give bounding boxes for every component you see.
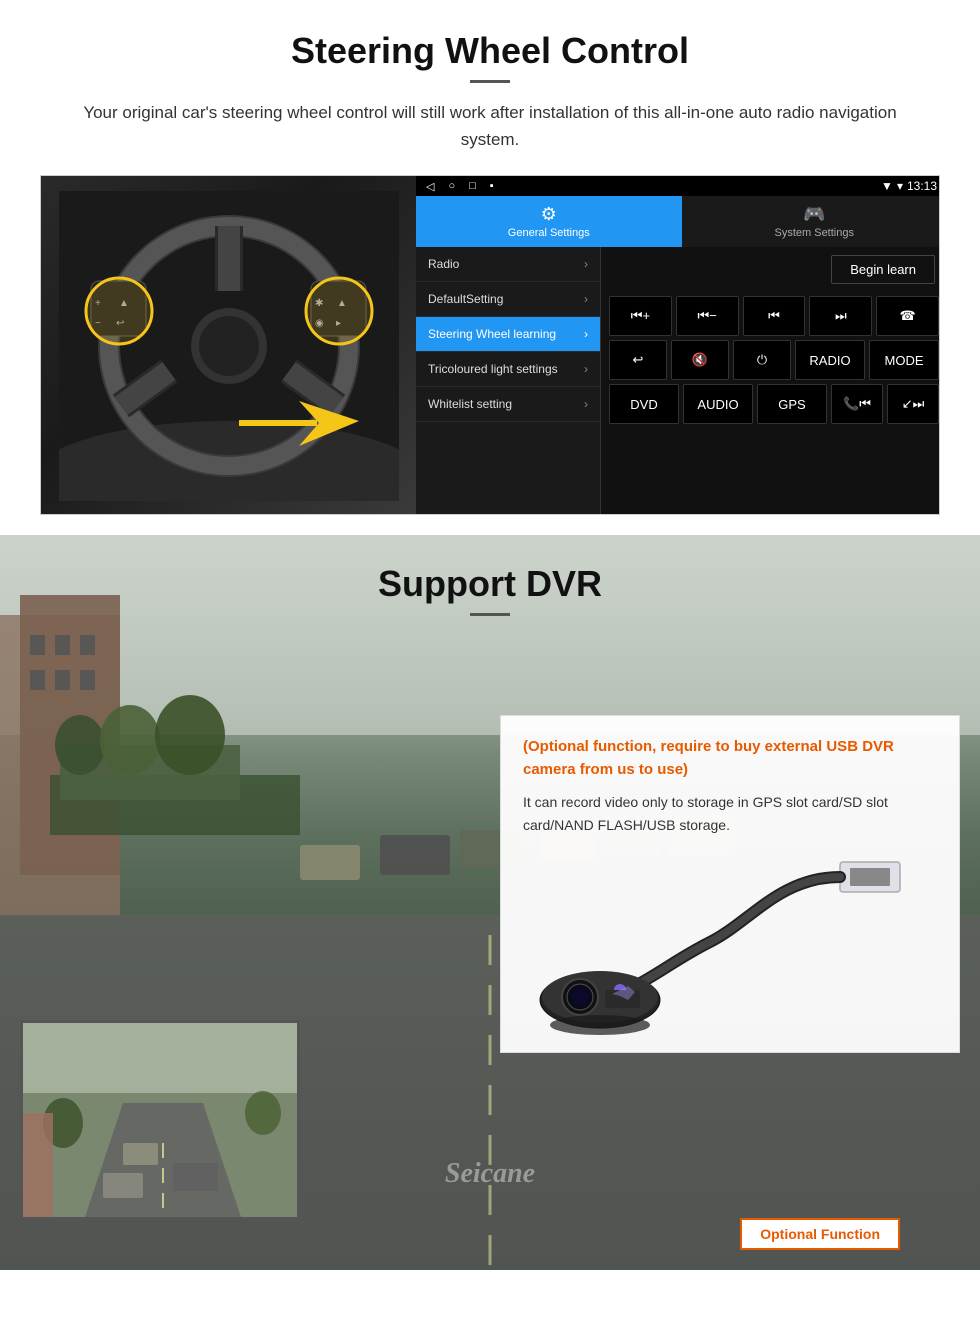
menu-item-whitelist[interactable]: Whitelist setting › <box>416 387 600 422</box>
ctrl-btn-vol-down[interactable]: ⏮− <box>676 296 739 336</box>
steering-wheel-svg: + − ▲ ↩ ✱ ◉ ▲ ▸ <box>59 191 399 501</box>
ctrl-btn-phone[interactable]: ☎ <box>876 296 939 336</box>
section-description: Your original car's steering wheel contr… <box>60 99 920 153</box>
begin-learn-button[interactable]: Begin learn <box>831 255 935 284</box>
steering-wheel-section: Steering Wheel Control Your original car… <box>0 0 980 535</box>
menu-item-tricoloured-label: Tricoloured light settings <box>428 362 584 376</box>
ctrl-btn-radio[interactable]: RADIO <box>795 340 865 380</box>
gear-icon: ⚙ <box>541 204 557 225</box>
chevron-right-icon: › <box>584 257 588 271</box>
menu-item-radio[interactable]: Radio › <box>416 247 600 282</box>
wifi-icon: ▾ <box>897 179 903 193</box>
seicane-watermark: Seicane <box>445 1158 535 1190</box>
ctrl-btn-vol-up[interactable]: ⏮+ <box>609 296 672 336</box>
dvr-camera-svg <box>530 842 930 1042</box>
ctrl-btn-dvd[interactable]: DVD <box>609 384 679 424</box>
status-bar-left: ◁ ○ □ ▪ <box>426 180 494 193</box>
menu-item-steering-label: Steering Wheel learning <box>428 327 584 341</box>
menu-item-steering-wheel[interactable]: Steering Wheel learning › <box>416 317 600 352</box>
dvr-info-box: (Optional function, require to buy exter… <box>500 715 960 1053</box>
dvr-title: Support DVR <box>0 563 980 605</box>
ctrl-btn-call-prev[interactable]: 📞⏮ <box>831 384 883 424</box>
dvr-description: It can record video only to storage in G… <box>523 791 937 836</box>
ctrl-btn-next[interactable]: ⏭ <box>809 296 872 336</box>
menu-controls: Radio › DefaultSetting › Steering Wheel … <box>416 247 940 514</box>
optional-function-badge: Optional Function <box>740 1218 900 1250</box>
begin-learn-row: Begin learn <box>601 247 940 292</box>
control-buttons-grid: ⏮+ ⏮− ⏮ ⏭ ☎ ↩ 🔇 ⏻ RADIO MODE <box>601 292 940 428</box>
ctrl-btn-gps[interactable]: GPS <box>757 384 827 424</box>
system-icon: 🎮 <box>803 204 825 225</box>
ctrl-btn-mode[interactable]: MODE <box>869 340 939 380</box>
title-divider <box>470 80 510 83</box>
menu-icon[interactable]: ▪ <box>490 180 494 192</box>
chevron-right-icon: › <box>584 397 588 411</box>
dvr-title-divider <box>470 613 510 616</box>
menu-list: Radio › DefaultSetting › Steering Wheel … <box>416 247 601 514</box>
controls-panel: Begin learn ⏮+ ⏮− ⏮ ⏭ ☎ ↩ <box>601 247 940 514</box>
inset-screenshot <box>20 1020 300 1220</box>
signal-icon: ▼ <box>881 179 893 193</box>
chevron-right-icon: › <box>584 292 588 306</box>
tab-system-settings[interactable]: 🎮 System Settings <box>682 196 941 247</box>
steering-photo: + − ▲ ↩ ✱ ◉ ▲ ▸ <box>41 176 416 515</box>
tab-system-label: System Settings <box>775 227 854 239</box>
recents-icon[interactable]: □ <box>469 180 476 192</box>
ctrl-row-2: ↩ 🔇 ⏻ RADIO MODE <box>609 340 939 380</box>
dvr-optional-text: (Optional function, require to buy exter… <box>523 736 937 781</box>
menu-item-tricoloured[interactable]: Tricoloured light settings › <box>416 352 600 387</box>
ctrl-btn-mute[interactable]: 🔇 <box>671 340 729 380</box>
ctrl-btn-prev[interactable]: ⏮ <box>743 296 806 336</box>
ctrl-btn-hangup[interactable]: ↩ <box>609 340 667 380</box>
ctrl-btn-power[interactable]: ⏻ <box>733 340 791 380</box>
status-bar-right: ▼ ▾ 13:13 <box>881 179 937 193</box>
inset-road-svg <box>23 1023 300 1220</box>
status-bar: ◁ ○ □ ▪ ▼ ▾ 13:13 <box>416 176 940 196</box>
dvr-section: Support DVR <box>0 535 980 1270</box>
clock: 13:13 <box>907 179 937 193</box>
menu-item-default-setting[interactable]: DefaultSetting › <box>416 282 600 317</box>
ctrl-row-3: DVD AUDIO GPS 📞⏮ ↙⏭ <box>609 384 939 424</box>
menu-item-default-label: DefaultSetting <box>428 292 584 306</box>
android-ui: ◁ ○ □ ▪ ▼ ▾ 13:13 ⚙ General Settings <box>416 176 940 514</box>
tab-general-label: General Settings <box>508 227 590 239</box>
dvr-camera-image <box>523 852 937 1032</box>
ctrl-btn-audio[interactable]: AUDIO <box>683 384 753 424</box>
home-icon[interactable]: ○ <box>448 180 455 192</box>
chevron-right-icon: › <box>584 327 588 341</box>
menu-item-radio-label: Radio <box>428 257 584 271</box>
back-icon[interactable]: ◁ <box>426 180 434 193</box>
menu-item-whitelist-label: Whitelist setting <box>428 397 584 411</box>
ctrl-btn-call-next[interactable]: ↙⏭ <box>887 384 939 424</box>
inset-road-view <box>23 1023 297 1217</box>
demo-container: + − ▲ ↩ ✱ ◉ ▲ ▸ <box>40 175 940 515</box>
settings-tabs: ⚙ General Settings 🎮 System Settings <box>416 196 940 247</box>
chevron-right-icon: › <box>584 362 588 376</box>
ctrl-row-1: ⏮+ ⏮− ⏮ ⏭ ☎ <box>609 296 939 336</box>
tab-general-settings[interactable]: ⚙ General Settings <box>416 196 682 247</box>
dvr-section-header: Support DVR <box>0 535 980 626</box>
page-title: Steering Wheel Control <box>40 30 940 72</box>
